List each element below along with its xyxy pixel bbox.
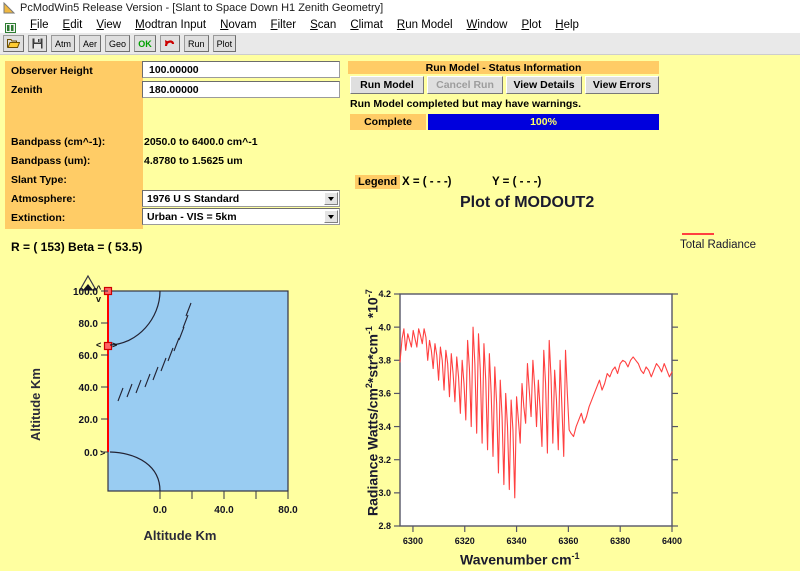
cancel-run-button: Cancel Run	[427, 76, 503, 94]
menu-item-run-model[interactable]: Run Model	[390, 19, 460, 31]
svg-text:6380: 6380	[610, 536, 630, 546]
geometry-button[interactable]: Geo	[105, 35, 131, 52]
geometry-plot: ^ v < > > 100.0 80.0 60.0 40.0 20.0 0.0 …	[0, 256, 330, 546]
geometry-x-axis-label: Altitude Km	[143, 528, 217, 543]
menu-item-edit[interactable]: Edit	[56, 19, 90, 31]
legend-tag[interactable]: Legend	[355, 175, 401, 189]
svg-text:6300: 6300	[403, 536, 423, 546]
menu-item-view[interactable]: View	[89, 19, 128, 31]
menu-item-novam[interactable]: Novam	[213, 19, 263, 31]
aerosol-button[interactable]: Aer	[79, 35, 102, 52]
svg-text:0.0: 0.0	[84, 448, 98, 459]
legend-label-total-radiance: Total Radiance	[680, 239, 757, 251]
spectral-canvas: 2.83.03.23.43.63.84.04.2 6300 6320 6340 636…	[378, 289, 682, 546]
save-file-button[interactable]	[28, 35, 47, 52]
menu-item-help[interactable]: Help	[548, 19, 586, 31]
zenith-label: Zenith	[11, 84, 43, 96]
toolbar: Atm Aer Geo OK Run Plot	[0, 33, 800, 55]
svg-text:80.0: 80.0	[278, 505, 298, 516]
atmosphere-button[interactable]: Atm	[51, 35, 76, 52]
svg-text:<: <	[96, 340, 101, 350]
open-file-button[interactable]	[3, 35, 24, 52]
svg-text:40.0: 40.0	[79, 383, 99, 394]
title-bar: PcModWin5 Release Version - [Slant to Sp…	[0, 0, 800, 16]
undo-arrow-icon	[164, 38, 176, 49]
menu-item-file[interactable]: File	[23, 19, 56, 31]
svg-text:20.0: 20.0	[79, 415, 99, 426]
observer-height-label: Observer Height	[11, 65, 93, 77]
run-model-button[interactable]: Run Model	[350, 76, 424, 94]
bandpass-cm-value: 2050.0 to 6400.0 cm^-1	[144, 136, 258, 148]
page-title: Plot of MODOUT2	[460, 194, 595, 211]
svg-text:6340: 6340	[507, 536, 527, 546]
bandpass-um-label: Bandpass (um):	[11, 155, 91, 167]
menu-item-modtran-input[interactable]: Modtran Input	[128, 19, 213, 31]
menu-item-filter[interactable]: Filter	[264, 19, 304, 31]
status-badge: Complete	[350, 114, 426, 130]
geometry-y-axis-label: Altitude Km	[28, 368, 43, 441]
svg-text:60.0: 60.0	[79, 351, 99, 362]
svg-text:0.0: 0.0	[153, 505, 167, 516]
svg-text:80.0: 80.0	[79, 319, 99, 330]
svg-text:>: >	[100, 448, 105, 458]
extinction-select[interactable]: Urban - VIS = 5km	[142, 208, 340, 225]
bandpass-cm-label: Bandpass (cm^-1):	[11, 136, 106, 148]
extinction-label: Extinction:	[11, 212, 66, 224]
run-button[interactable]: Run	[184, 35, 209, 52]
view-details-button[interactable]: View Details	[506, 76, 582, 94]
client-area: Observer Height Zenith Bandpass (cm^-1):…	[0, 56, 800, 568]
y-readout: Y = ( - - -)	[492, 176, 542, 188]
folder-open-icon	[7, 38, 20, 49]
atmosphere-label: Atmosphere:	[11, 193, 76, 205]
plot-button[interactable]: Plot	[212, 35, 237, 52]
atmosphere-select[interactable]: 1976 U S Standard	[142, 190, 340, 207]
progress-bar: 100%	[428, 114, 659, 130]
app-icon	[3, 2, 16, 14]
status-message: Run Model completed but may have warning…	[350, 98, 582, 110]
window-title: PcModWin5 Release Version - [Slant to Sp…	[20, 2, 384, 14]
menu-item-scan[interactable]: Scan	[303, 19, 343, 31]
spectral-y-axis-label: Radiance Watts/cm2*str*cm-1 *10-7	[364, 289, 381, 516]
floppy-disk-icon	[32, 38, 43, 49]
spectral-plot: Total Radiance 2.8 3.0 3.2 3.4 3.6 3.8 4.0 4.2 …	[350, 226, 800, 568]
spectral-x-axis-label: Wavenumber cm-1	[460, 551, 580, 568]
bandpass-um-value: 4.8780 to 1.5625 um	[144, 155, 243, 167]
svg-text:6360: 6360	[558, 536, 578, 546]
menu-item-plot[interactable]: Plot	[514, 19, 548, 31]
svg-text:2.8: 2.8	[378, 521, 391, 531]
status-panel-title: Run Model - Status Information	[348, 61, 659, 74]
document-icon	[5, 20, 16, 33]
chevron-down-icon[interactable]	[324, 192, 338, 205]
r-beta-readout: R = ( 153) Beta = ( 53.5)	[11, 240, 143, 254]
legend-swatch-total-radiance	[682, 233, 714, 235]
extinction-selected-value: Urban - VIS = 5km	[147, 210, 237, 223]
x-readout: X = ( - - -)	[402, 176, 452, 188]
undo-button[interactable]	[160, 35, 181, 52]
application-window: PcModWin5 Release Version - [Slant to Sp…	[0, 0, 800, 568]
svg-text:6400: 6400	[662, 536, 682, 546]
svg-text:40.0: 40.0	[214, 505, 234, 516]
ok-button[interactable]: OK	[134, 35, 157, 52]
menu-item-climat[interactable]: Climat	[343, 19, 390, 31]
svg-text:>: >	[112, 340, 117, 350]
observer-height-input[interactable]: 100.00000	[142, 61, 340, 78]
atmosphere-selected-value: 1976 U S Standard	[147, 192, 240, 205]
svg-text:100.0: 100.0	[73, 287, 98, 298]
slant-type-label: Slant Type:	[11, 174, 67, 186]
svg-text:6320: 6320	[455, 536, 475, 546]
chevron-down-icon[interactable]	[324, 210, 338, 223]
zenith-input[interactable]: 180.00000	[142, 81, 340, 98]
menu-item-window[interactable]: Window	[460, 19, 515, 31]
menu-bar: File Edit View Modtran Input Novam Filte…	[0, 16, 800, 33]
view-errors-button[interactable]: View Errors	[585, 76, 659, 94]
